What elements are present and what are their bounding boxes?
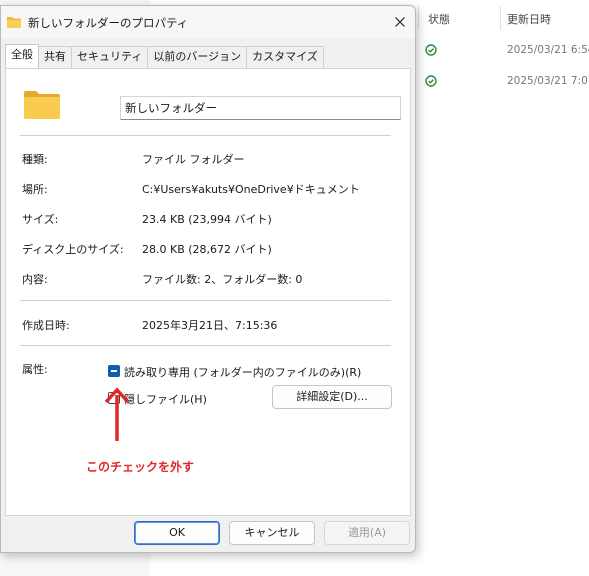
column-header-modified[interactable]: 更新日時 [507,11,551,27]
size-value: 23.4 KB (23,994 バイト) [142,213,272,226]
tab-security[interactable]: セキュリティ [71,46,149,68]
general-panel: 種類: ファイル フォルダー 場所: C:¥Users¥akuts¥OneDri… [5,68,411,516]
attributes-label: 属性: [22,363,48,376]
annotation-text: このチェックを外す [86,460,195,474]
row-modified-date: 2025/03/21 6:54 [507,44,589,56]
column-separator[interactable] [418,6,419,30]
divider [20,300,391,301]
type-value: ファイル フォルダー [142,153,245,166]
cancel-button[interactable]: キャンセル [229,521,315,545]
location-label: 場所: [22,183,48,196]
tab-sharing[interactable]: 共有 [38,46,72,68]
dialog-title: 新しいフォルダーのプロパティ [28,16,189,30]
created-value: 2025年3月21日、7:15:36 [142,319,278,332]
advanced-button[interactable]: 詳細設定(D)... [272,385,392,409]
tab-general[interactable]: 全般 [5,44,39,68]
hidden-label[interactable]: 隠しファイル(H) [124,391,207,407]
tab-previous-versions[interactable]: 以前のバージョン [147,46,248,68]
close-icon [395,17,405,27]
column-separator[interactable] [500,6,501,30]
contents-label: 内容: [22,273,48,286]
folder-icon [7,17,21,28]
tab-customize[interactable]: カスタマイズ [246,46,324,68]
contents-value: ファイル数: 2、フォルダー数: 0 [142,273,303,286]
disk-size-label: ディスク上のサイズ: [22,243,124,256]
size-label: サイズ: [22,213,59,226]
disk-size-value: 28.0 KB (28,672 バイト) [142,243,272,256]
tab-bar: 全般 共有 セキュリティ 以前のバージョン カスタマイズ [5,44,324,68]
annotation-arrow [104,387,130,441]
readonly-checkbox[interactable] [108,365,120,377]
row-modified-date: 2025/03/21 7:07 [507,75,589,87]
column-header-status[interactable]: 状態 [428,11,450,27]
divider [20,345,391,346]
apply-button[interactable]: 適用(A) [324,521,410,545]
folder-name-input[interactable] [120,96,401,120]
readonly-label[interactable]: 読み取り専用 (フォルダー内のファイルのみ)(R) [124,364,361,380]
ok-button[interactable]: OK [134,521,220,545]
check-circle-icon [425,75,437,87]
type-label: 種類: [22,153,48,166]
divider [20,135,391,136]
location-value: C:¥Users¥akuts¥OneDrive¥ドキュメント [142,183,360,196]
properties-dialog: 新しいフォルダーのプロパティ 全般 共有 セキュリティ 以前のバージョン カスタ… [0,5,416,553]
title-bar[interactable]: 新しいフォルダーのプロパティ [1,6,415,38]
created-label: 作成日時: [22,319,70,332]
folder-large-icon [24,91,60,119]
close-button[interactable] [385,8,415,36]
check-circle-icon [425,44,437,56]
